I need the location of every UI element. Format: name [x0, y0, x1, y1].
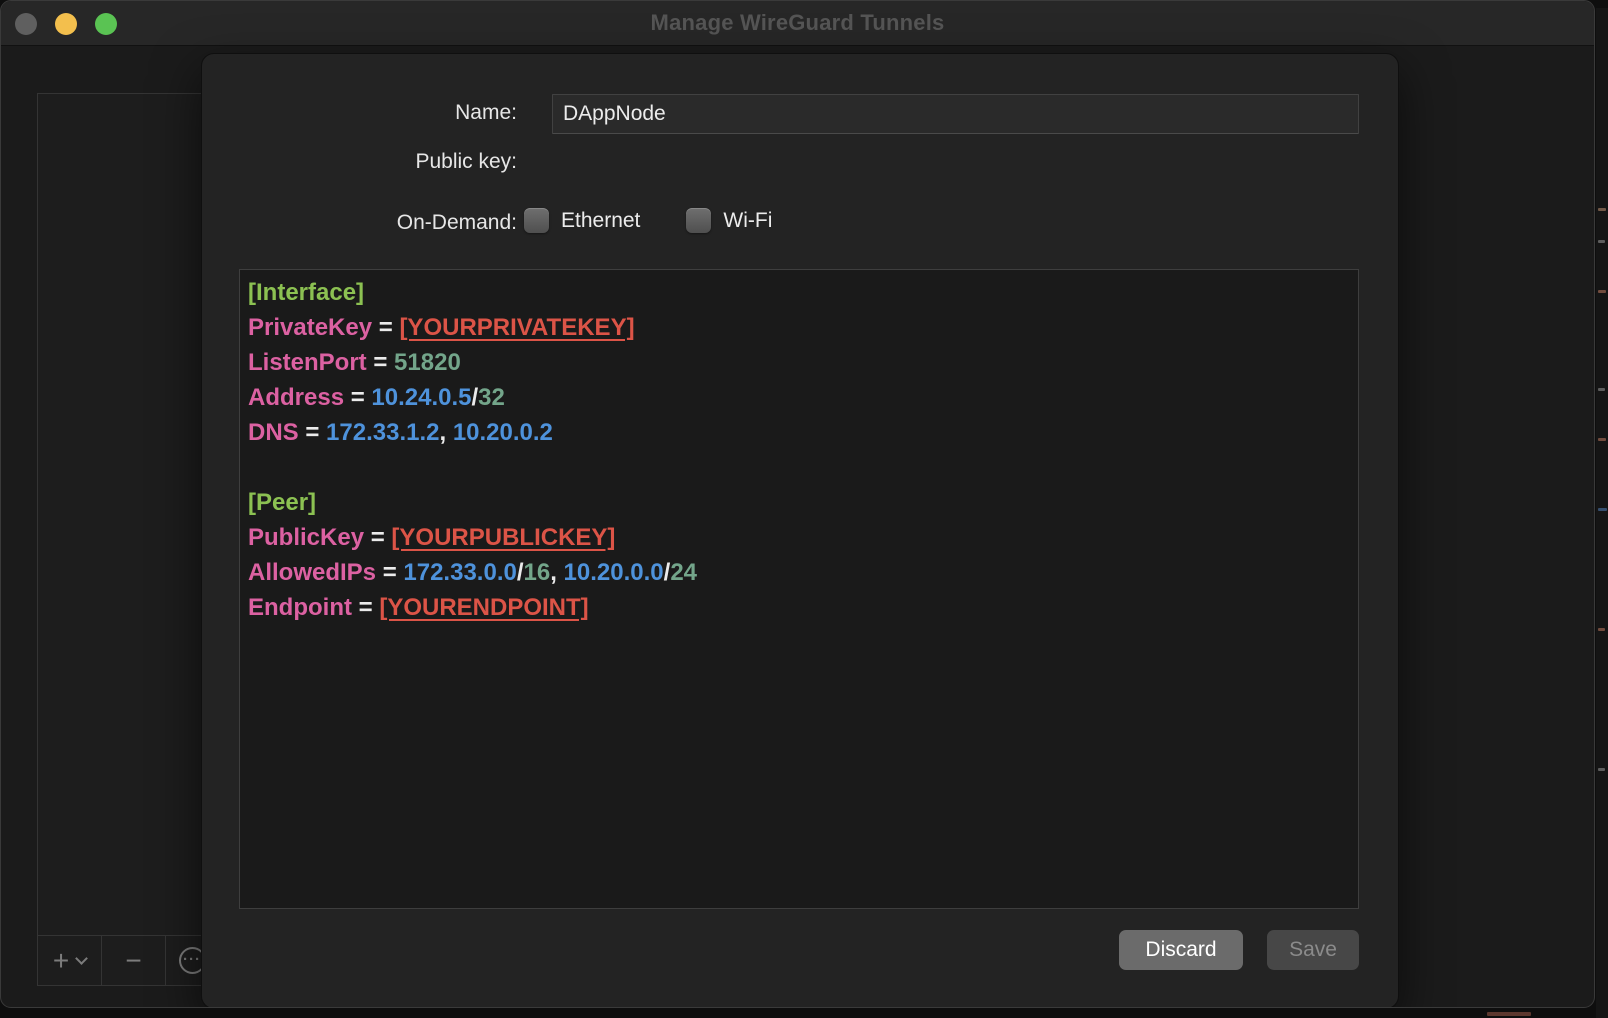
traffic-lights	[15, 1, 117, 46]
on-demand-label: On-Demand:	[202, 211, 517, 235]
close-window-button[interactable]	[15, 13, 37, 35]
config-token: 10.20.0.2	[453, 419, 553, 446]
config-token: [Peer]	[248, 489, 316, 516]
config-token: [YOURPUBLICKEY]	[391, 524, 615, 551]
config-token: [YOURPRIVATEKEY]	[399, 314, 634, 341]
ethernet-checkbox-label: Ethernet	[561, 209, 640, 233]
tunnel-name-input[interactable]	[552, 94, 1359, 134]
config-token: ,	[439, 419, 452, 446]
ethernet-checkbox[interactable]	[524, 208, 549, 233]
add-tunnel-button[interactable]: +	[38, 936, 102, 985]
config-token: 16	[524, 559, 551, 586]
titlebar: Manage WireGuard Tunnels	[1, 1, 1594, 46]
chevron-down-icon	[75, 952, 88, 965]
config-token: [Interface]	[248, 279, 364, 306]
remove-tunnel-button[interactable]: −	[102, 936, 166, 985]
config-editor[interactable]: [Interface] PrivateKey = [YOURPRIVATEKEY]…	[239, 269, 1359, 909]
config-token: PrivateKey	[248, 314, 372, 341]
config-token: Address	[248, 384, 344, 411]
window-title: Manage WireGuard Tunnels	[651, 10, 945, 36]
config-token: =	[299, 419, 326, 446]
config-token: ,	[550, 559, 563, 586]
config-token: Endpoint	[248, 594, 352, 621]
config-token: 172.33.0.0	[403, 559, 516, 586]
public-key-label: Public key:	[202, 150, 517, 174]
config-token: =	[376, 559, 403, 586]
config-token: =	[372, 314, 399, 341]
config-token: [YOURENDPOINT]	[379, 594, 588, 621]
wifi-checkbox-label: Wi-Fi	[723, 209, 772, 233]
config-line: DNS = 172.33.1.2, 10.20.0.2	[248, 415, 1350, 450]
minimize-window-button[interactable]	[55, 13, 77, 35]
edit-tunnel-sheet: Name: Public key: On-Demand: Ethernet Wi…	[201, 53, 1399, 1008]
config-line: [Interface]	[248, 275, 1350, 310]
config-line: ListenPort = 51820	[248, 345, 1350, 380]
config-line: PublicKey = [YOURPUBLICKEY]	[248, 520, 1350, 555]
config-line: Address = 10.24.0.5/32	[248, 380, 1350, 415]
config-token: =	[344, 384, 371, 411]
config-token: DNS	[248, 419, 299, 446]
name-label: Name:	[202, 101, 517, 125]
config-token: AllowedIPs	[248, 559, 376, 586]
config-line: [Peer]	[248, 485, 1350, 520]
config-token: 10.20.0.0	[564, 559, 664, 586]
config-token: 172.33.1.2	[326, 419, 439, 446]
config-token: PublicKey	[248, 524, 364, 551]
wifi-checkbox[interactable]	[686, 208, 711, 233]
zoom-window-button[interactable]	[95, 13, 117, 35]
manage-tunnels-window: Manage WireGuard Tunnels + − ··· Name:	[0, 0, 1595, 1008]
screen: Manage WireGuard Tunnels + − ··· Name:	[0, 0, 1608, 1018]
config-token: /	[517, 559, 524, 586]
config-token: =	[352, 594, 379, 621]
on-demand-options: Ethernet Wi-Fi	[524, 208, 772, 233]
config-line: PrivateKey = [YOURPRIVATEKEY]	[248, 310, 1350, 345]
config-token: 24	[670, 559, 697, 586]
config-token: 51820	[394, 349, 461, 376]
config-token: =	[367, 349, 394, 376]
minus-icon: −	[125, 947, 141, 975]
config-token: 32	[478, 384, 505, 411]
config-token: ListenPort	[248, 349, 367, 376]
save-button[interactable]: Save	[1267, 930, 1359, 970]
background-window-strip	[1596, 8, 1608, 1018]
config-line	[248, 450, 1350, 485]
background-window-bottom-text	[1487, 1012, 1531, 1016]
config-token: =	[364, 524, 391, 551]
config-line: Endpoint = [YOURENDPOINT]	[248, 590, 1350, 625]
config-token: 10.24.0.5	[371, 384, 471, 411]
plus-icon: +	[53, 947, 69, 975]
config-line: AllowedIPs = 172.33.0.0/16, 10.20.0.0/24	[248, 555, 1350, 590]
discard-button[interactable]: Discard	[1119, 930, 1243, 970]
